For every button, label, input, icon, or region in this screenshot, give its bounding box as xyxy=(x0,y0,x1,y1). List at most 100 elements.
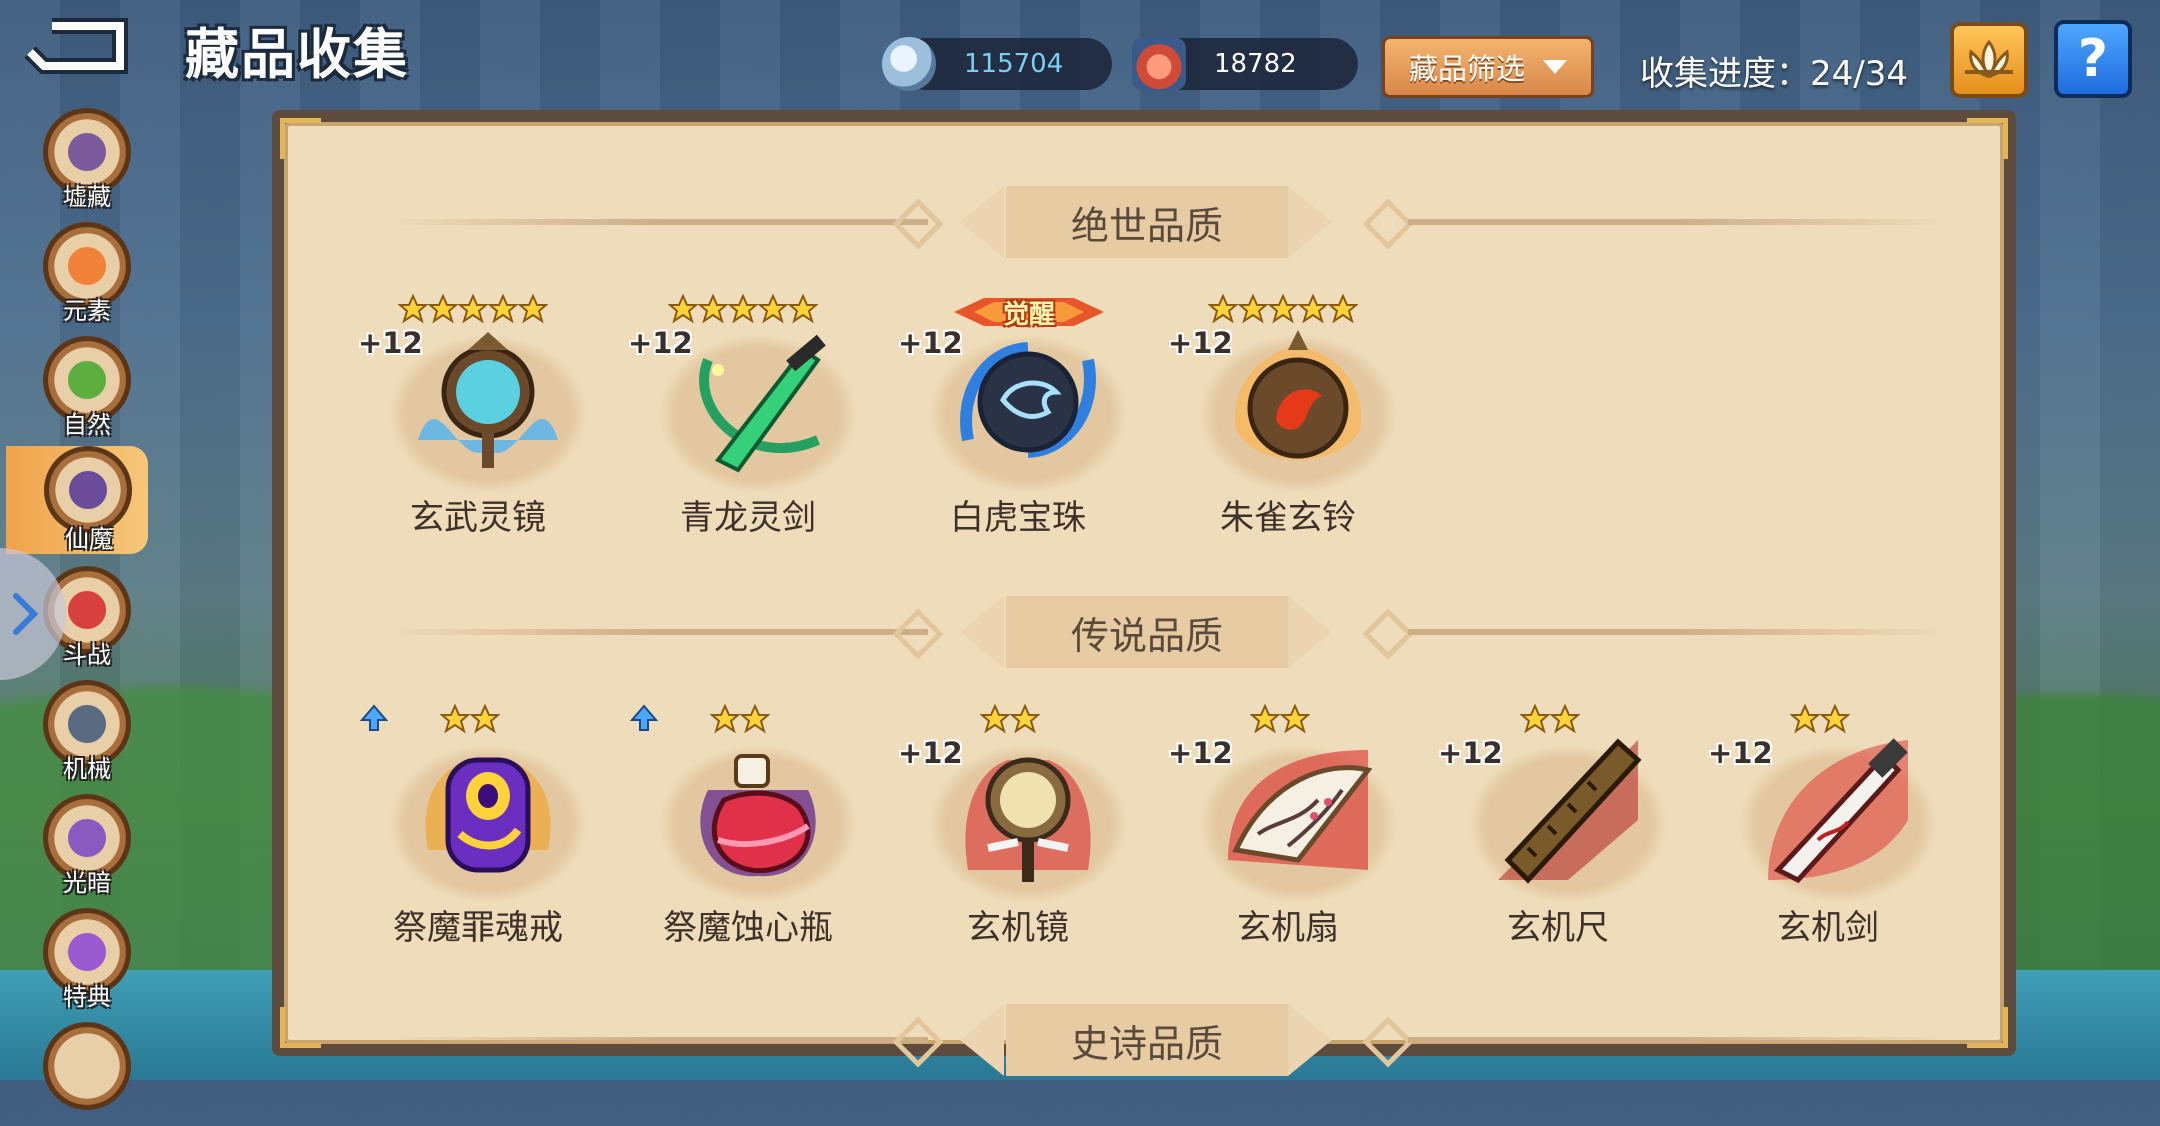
star-icon xyxy=(1790,704,1820,734)
collection-item-jimo-ring[interactable]: 祭魔罪魂戒 xyxy=(358,704,598,954)
collection-filter-dropdown[interactable]: 藏品筛选 xyxy=(1382,36,1594,98)
star-rating xyxy=(1208,294,1358,324)
page-title: 藏品收集 xyxy=(185,23,409,86)
upgrade-arrow-icon xyxy=(359,704,389,736)
qinglong-sword-icon xyxy=(699,334,826,473)
header-diamond xyxy=(1362,1016,1414,1068)
header-line xyxy=(1408,1037,1948,1043)
header-chevron xyxy=(1288,1004,1332,1076)
header-diamond xyxy=(1362,608,1414,660)
sidebar-item-label: 特典 xyxy=(63,983,111,1011)
star-rating xyxy=(668,294,818,324)
collection-item-xuanwu-mirror[interactable]: +12 玄武灵镜 xyxy=(358,294,598,544)
xuanwu-mirror-icon xyxy=(418,332,558,468)
silver-coin-counter: 115704 xyxy=(882,37,1112,91)
question-mark-icon: ? xyxy=(2077,29,2109,89)
item-name: 玄机扇 xyxy=(1237,908,1339,948)
collection-item-zhuque-bell[interactable]: +12 朱雀玄铃 xyxy=(1168,294,1408,544)
star-icon xyxy=(1238,294,1268,324)
collection-item-baihu-orb[interactable]: 觉醒 +12 白虎宝珠 xyxy=(898,294,1138,544)
header-line xyxy=(1408,629,1948,635)
item-name: 青龙灵剑 xyxy=(680,498,816,538)
silver-coin-icon xyxy=(882,37,936,91)
sidebar-item-ziran[interactable]: 自然 xyxy=(40,336,134,440)
header-chevron xyxy=(1288,596,1332,668)
section-title: 绝世品质 xyxy=(1006,186,1288,258)
sidebar-item-more[interactable] xyxy=(40,1022,134,1126)
collection-item-xuanji-mirror[interactable]: +12 玄机镜 xyxy=(898,704,1138,954)
collection-item-xuanji-ruler[interactable]: +12 玄机尺 xyxy=(1438,704,1678,954)
star-icon xyxy=(1298,294,1328,324)
star-icon xyxy=(1208,294,1238,324)
awaken-label: 觉醒 xyxy=(1002,300,1055,330)
baihu-orb-icon xyxy=(960,342,1096,458)
collection-item-xuanji-sword[interactable]: +12 玄机剑 xyxy=(1708,704,1948,954)
star-rating xyxy=(398,294,548,324)
panel-corner xyxy=(280,118,321,159)
star-icon xyxy=(668,294,698,324)
back-button[interactable] xyxy=(22,18,132,76)
jimo-bottle-icon xyxy=(700,754,816,877)
collection-progress: 收集进度：24/34 xyxy=(1640,54,1908,94)
xuanji-ruler-icon xyxy=(1498,738,1642,884)
header-chevron xyxy=(960,596,1004,668)
star-icon xyxy=(980,704,1010,734)
zhuque-bell-icon xyxy=(1234,330,1362,460)
sidebar-item-label: 墟藏 xyxy=(63,183,111,211)
star-icon xyxy=(488,294,518,324)
item-name: 祭魔蚀心瓶 xyxy=(663,908,833,948)
lotus-icon xyxy=(1965,39,2013,79)
sidebar-item-jixie[interactable]: 机械 xyxy=(40,680,134,784)
silver-coin-value: 115704 xyxy=(964,49,1064,79)
header-chevron xyxy=(1288,186,1332,258)
sidebar-item-guangan[interactable]: 光暗 xyxy=(40,794,134,898)
star-icon xyxy=(458,294,488,324)
sidebar-item-xianmo[interactable]: 仙魔 xyxy=(6,446,148,554)
sidebar-item-xuzang[interactable]: 墟藏 xyxy=(40,108,134,212)
item-name: 白虎宝珠 xyxy=(950,498,1086,538)
filter-label: 藏品筛选 xyxy=(1408,52,1525,86)
header-chevron xyxy=(960,1004,1004,1076)
item-name: 玄机尺 xyxy=(1507,908,1609,948)
panel-corner xyxy=(1967,118,2008,159)
section-title: 传说品质 xyxy=(1006,596,1288,668)
star-icon xyxy=(1820,704,1850,734)
item-level: +12 xyxy=(1438,736,1503,770)
item-level: +12 xyxy=(1168,736,1233,770)
item-name: 玄机镜 xyxy=(967,908,1069,948)
header-line xyxy=(388,1037,928,1043)
help-button[interactable]: ? xyxy=(2054,20,2132,98)
collection-item-qinglong-sword[interactable]: +12 青龙灵剑 xyxy=(628,294,868,544)
header-diamond xyxy=(892,608,944,660)
sidebar-item-label: 光暗 xyxy=(63,869,111,897)
upgrade-arrow-icon xyxy=(629,704,659,736)
sidebar-item-yuansu[interactable]: 元素 xyxy=(40,222,134,326)
collection-grid[interactable]: 绝世品质 +12 玄武灵镜 +12 青龙灵剑 觉醒 +12 白虎宝珠 +12 朱… xyxy=(280,118,2008,1076)
star-icon xyxy=(518,294,548,324)
item-name: 祭魔罪魂戒 xyxy=(393,908,563,948)
item-level: +12 xyxy=(358,326,423,360)
sidebar-item-label: 机械 xyxy=(63,755,111,783)
star-icon xyxy=(740,704,770,734)
lotus-button[interactable] xyxy=(1950,22,2028,98)
sidebar-item-label: 自然 xyxy=(63,411,111,439)
item-level: +12 xyxy=(1168,326,1233,360)
sidebar-item-tedian[interactable]: 特典 xyxy=(40,908,134,1012)
collection-item-xuanji-fan[interactable]: +12 玄机扇 xyxy=(1168,704,1408,954)
item-level: +12 xyxy=(898,326,963,360)
header-diamond xyxy=(892,198,944,250)
star-icon xyxy=(428,294,458,324)
star-icon xyxy=(728,294,758,324)
star-rating xyxy=(1250,704,1310,734)
header-diamond xyxy=(892,1016,944,1068)
header-diamond xyxy=(1362,198,1414,250)
star-rating xyxy=(980,704,1040,734)
awaken-badge: 觉醒 xyxy=(954,292,1104,332)
collection-item-jimo-bottle[interactable]: 祭魔蚀心瓶 xyxy=(628,704,868,954)
star-icon xyxy=(758,294,788,324)
star-icon xyxy=(440,704,470,734)
header-line xyxy=(388,219,928,225)
section-title: 史诗品质 xyxy=(1006,1004,1288,1076)
item-level: +12 xyxy=(628,326,693,360)
star-icon xyxy=(1550,704,1580,734)
